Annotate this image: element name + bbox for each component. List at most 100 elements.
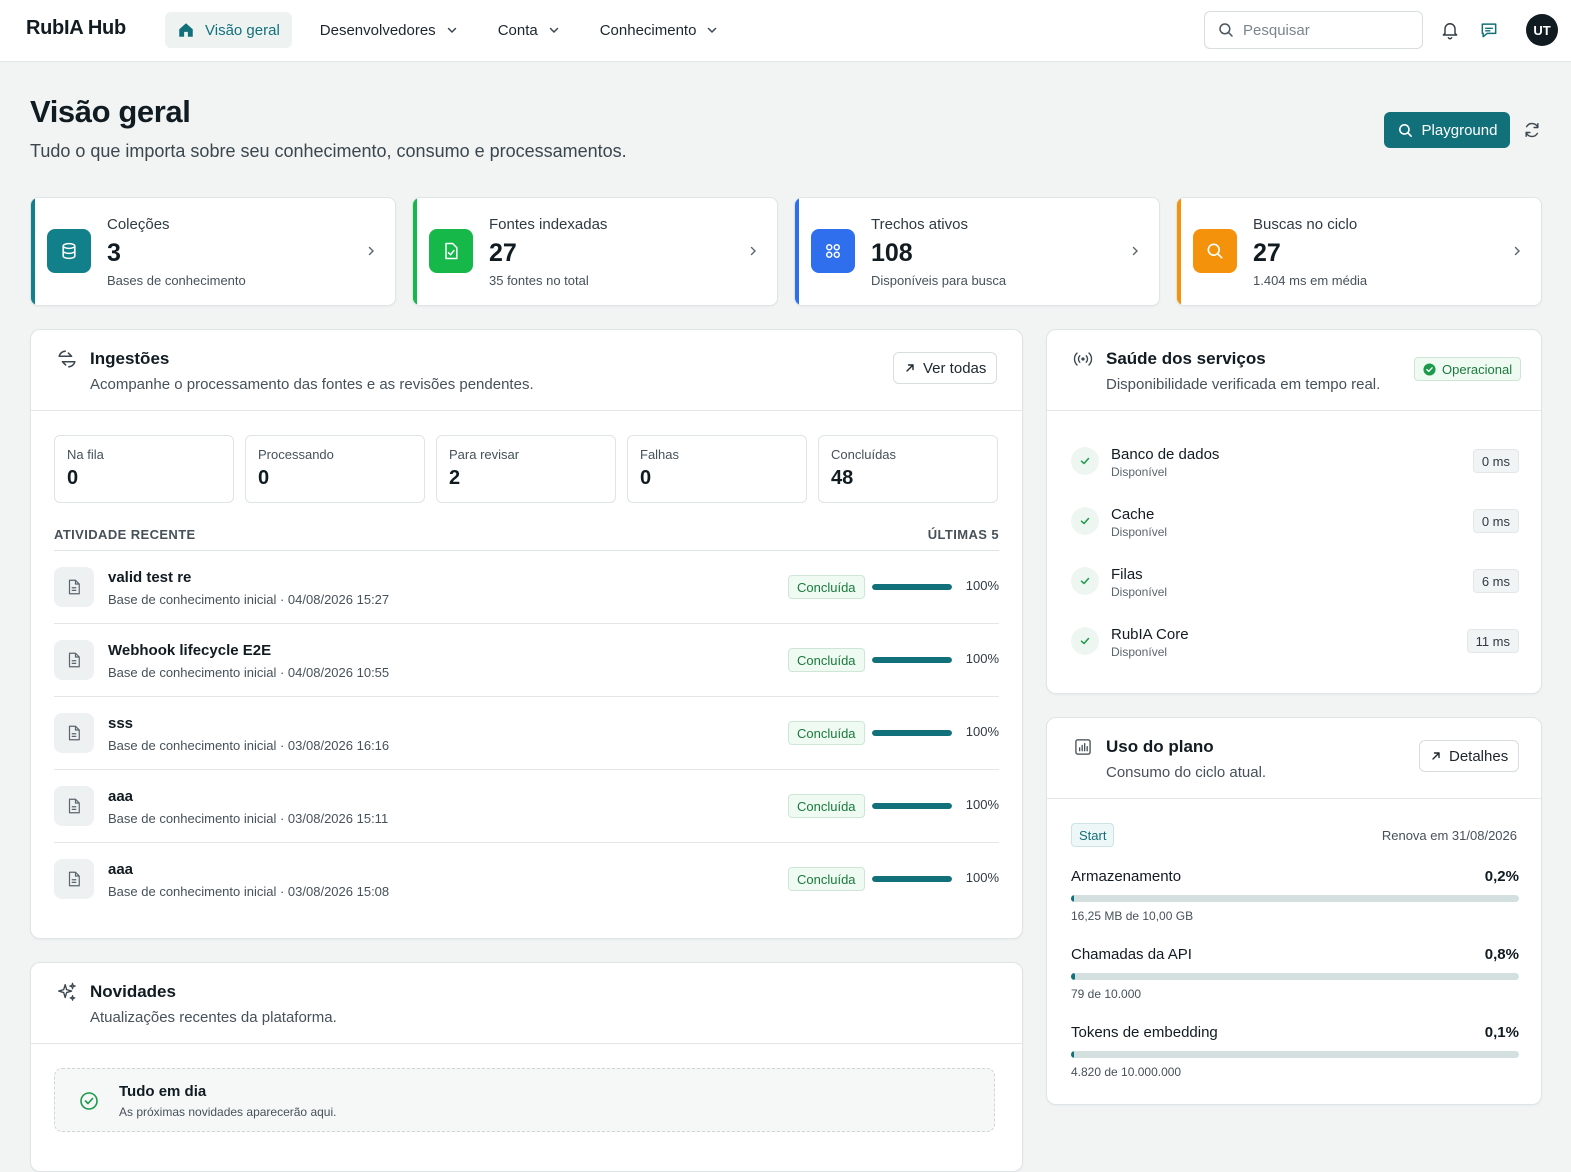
view-all-button[interactable]: Ver todas [893, 352, 998, 384]
nav-account[interactable]: Conta [486, 12, 572, 48]
status-badge: Concluída [788, 575, 865, 599]
stat-card-cycle-searches[interactable]: Buscas no ciclo 27 1.404 ms em média [1176, 197, 1542, 306]
stat-icon-bg [811, 229, 855, 273]
search-box[interactable] [1204, 11, 1423, 49]
chevron-right-icon [1132, 246, 1138, 256]
check-icon [1080, 577, 1090, 585]
recent-activity-range: ÚLTIMAS 5 [927, 527, 999, 542]
ingestion-counters: Na fila 0 Processando 0 Para revisar 2 F… [54, 435, 998, 503]
ingestion-meta: Base de conhecimento inicial · 03/08/202… [108, 738, 390, 753]
user-avatar[interactable]: UT [1526, 14, 1558, 46]
counter-label: Processando [258, 447, 334, 462]
playground-label: Playground [1421, 121, 1498, 139]
operational-badge: Operacional [1414, 357, 1522, 381]
ingestion-name: valid test re [108, 569, 192, 586]
nav-developers-label: Desenvolvedores [319, 21, 436, 39]
counter-completed: Concluídas 48 [818, 435, 998, 503]
notifications-button[interactable] [1438, 18, 1462, 42]
refresh-icon [1525, 122, 1539, 138]
progress-bar [872, 584, 952, 590]
progress-percent: 100% [965, 651, 999, 666]
progress-fill [872, 730, 952, 736]
status-badge: Concluída [788, 794, 865, 818]
nav-developers[interactable]: Desenvolvedores [308, 12, 470, 48]
stat-card-active-chunks[interactable]: Trechos ativos 108 Disponíveis para busc… [794, 197, 1160, 306]
service-row-database: Banco de dados Disponível 0 ms [1071, 438, 1519, 498]
details-button[interactable]: Detalhes [1419, 740, 1520, 772]
page-title: Visão geral [30, 94, 191, 129]
messages-button[interactable] [1477, 18, 1501, 42]
file-icon-wrap [54, 567, 94, 607]
usage-detail: 16,25 MB de 10,00 GB [1071, 909, 1194, 923]
usage-bar [1071, 973, 1519, 980]
nav-overview[interactable]: Visão geral [165, 12, 292, 48]
health-header: Saúde dos serviços Disponibilidade verif… [1047, 330, 1541, 411]
sync-icon [58, 350, 76, 368]
main-nav: Visão geral Desenvolvedores Conta Conhec… [165, 12, 746, 48]
list-item[interactable]: sss Base de conhecimento inicial · 03/08… [54, 697, 999, 770]
search-icon [1207, 243, 1223, 259]
stat-value: 108 [871, 239, 913, 267]
counter-label: Falhas [640, 447, 680, 462]
status-badge: Concluída [788, 648, 865, 672]
service-list: Banco de dados Disponível 0 ms Cache Dis… [1071, 438, 1519, 678]
check-icon [1080, 517, 1090, 525]
grid-icon [826, 244, 840, 258]
stat-card-collections[interactable]: Coleções 3 Bases de conhecimento [30, 197, 396, 306]
refresh-button[interactable] [1520, 118, 1544, 142]
search-input[interactable] [1243, 21, 1403, 39]
service-status: Disponível [1111, 645, 1168, 659]
progress-bar [872, 730, 952, 736]
playground-button[interactable]: Playground [1384, 112, 1510, 148]
counter-processing: Processando 0 [245, 435, 425, 503]
service-status: Disponível [1111, 525, 1168, 539]
ingestions-panel: Ingestões Acompanhe o processamento das … [30, 329, 1023, 939]
usage-label: Armazenamento [1071, 868, 1182, 885]
nav-knowledge-label: Conhecimento [599, 21, 697, 39]
ingestion-meta: Base de conhecimento inicial · 03/08/202… [108, 811, 389, 826]
list-item[interactable]: Webhook lifecycle E2E Base de conhecimen… [54, 624, 999, 697]
counter-value: 0 [67, 467, 79, 489]
progress-bar [872, 657, 952, 663]
file-text-icon [68, 579, 80, 595]
chevron-right-icon [368, 246, 374, 256]
search-icon [1219, 23, 1233, 37]
nav-knowledge[interactable]: Conhecimento [588, 12, 731, 48]
empty-title: Tudo em dia [119, 1083, 207, 1100]
chevron-down-icon [549, 27, 558, 34]
service-row-cache: Cache Disponível 0 ms [1071, 498, 1519, 558]
stat-value: 27 [489, 239, 517, 267]
file-icon-wrap [54, 640, 94, 680]
usage-percent: 0,1% [1484, 1024, 1519, 1041]
plan-title: Uso do plano [1106, 737, 1214, 756]
list-item[interactable]: aaa Base de conhecimento inicial · 03/08… [54, 770, 999, 843]
view-all-label: Ver todas [923, 359, 987, 377]
service-status-icon [1071, 567, 1099, 595]
file-icon-wrap [54, 713, 94, 753]
stat-icon-bg [429, 229, 473, 273]
arrow-up-right-icon [1432, 752, 1440, 760]
chevron-right-icon [1514, 246, 1520, 256]
chevron-right-icon [750, 246, 756, 256]
home-icon [179, 23, 193, 37]
recent-activity-label: ATIVIDADE RECENTE [54, 527, 196, 542]
file-icon-wrap [54, 859, 94, 899]
health-title: Saúde dos serviços [1106, 349, 1266, 368]
ingestion-name: aaa [108, 788, 134, 805]
service-latency: 11 ms [1466, 629, 1519, 653]
health-subtitle: Disponibilidade verificada em tempo real… [1106, 376, 1381, 393]
brand-logo[interactable]: RubIA Hub [26, 17, 126, 40]
counter-value: 0 [258, 467, 270, 489]
file-check-icon [445, 242, 458, 260]
empty-subtitle: As próximas novidades aparecerão aqui. [119, 1105, 337, 1119]
list-item[interactable]: valid test re Base de conhecimento inici… [54, 551, 999, 624]
check-circle-icon [1423, 362, 1436, 376]
search-icon [1398, 123, 1412, 137]
check-icon [1080, 457, 1090, 465]
list-item[interactable]: aaa Base de conhecimento inicial · 03/08… [54, 843, 999, 916]
plan-tier-badge: Start [1071, 823, 1115, 847]
ingestion-meta: Base de conhecimento inicial · 04/08/202… [108, 665, 390, 680]
recent-activity-list: valid test re Base de conhecimento inici… [54, 551, 999, 916]
stat-card-indexed-sources[interactable]: Fontes indexadas 27 35 fontes no total [412, 197, 778, 306]
top-bar: RubIA Hub Visão geral Desenvolvedores Co… [0, 0, 1571, 62]
